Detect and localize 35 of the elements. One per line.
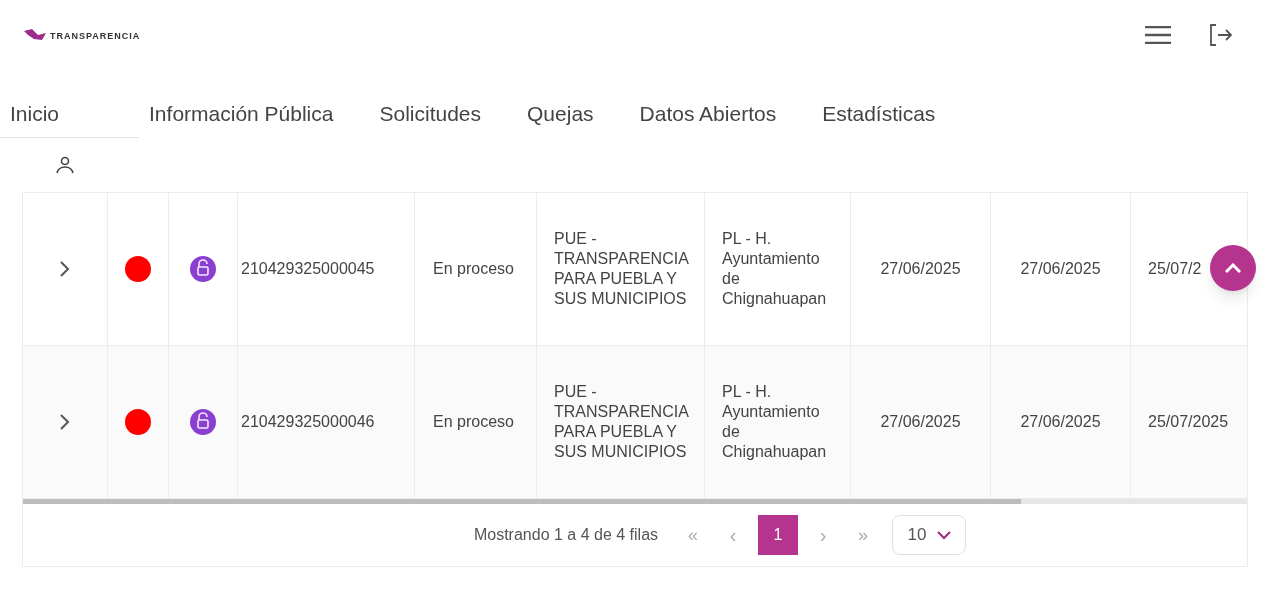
chevron-right-icon[interactable] bbox=[59, 260, 71, 278]
page-size-select[interactable]: 10 bbox=[892, 515, 967, 555]
menu-icon[interactable] bbox=[1145, 26, 1171, 44]
nav-tab[interactable]: Quejas bbox=[517, 97, 630, 138]
nav-tab[interactable]: Inicio bbox=[0, 97, 140, 138]
folio-text: 210429325000046 bbox=[241, 412, 375, 432]
pagination-summary: Mostrando 1 a 4 de 4 filas bbox=[473, 525, 659, 545]
scrollbar-thumb[interactable] bbox=[23, 499, 1021, 504]
nav-tab[interactable]: Información Pública bbox=[139, 97, 370, 138]
table-cell-text: PL - H. Ayuntamiento de Chignahuapan bbox=[722, 229, 828, 309]
date-text: 27/06/2025 bbox=[1020, 412, 1101, 432]
chevron-up-icon bbox=[1225, 263, 1241, 273]
page-button[interactable]: 1 bbox=[758, 515, 799, 555]
table-cell-text: PUE - TRANSPARENCIA PARA PUEBLA Y SUS MUNICIPIOS bbox=[554, 229, 690, 309]
date-text: 27/06/2025 bbox=[880, 259, 961, 279]
caret-down-icon bbox=[936, 530, 951, 540]
logo-text: TRANSPARENCIA bbox=[50, 30, 141, 44]
nav-tab[interactable]: Solicitudes bbox=[369, 97, 518, 138]
date-text: 27/06/2025 bbox=[880, 412, 961, 432]
unlocked-icon bbox=[190, 409, 216, 435]
logo-icon bbox=[24, 29, 48, 41]
date-text: 27/06/2025 bbox=[1020, 259, 1101, 279]
unlocked-icon bbox=[190, 256, 216, 282]
folio-text: 210429325000045 bbox=[241, 259, 375, 279]
user-icon[interactable] bbox=[55, 155, 75, 175]
logout-icon[interactable] bbox=[1209, 24, 1233, 46]
table-cell-text: PUE - TRANSPARENCIA PARA PUEBLA Y SUS MUNICIPIOS bbox=[554, 382, 690, 462]
status-text: En proceso bbox=[433, 412, 514, 432]
date-text: 25/07/2 bbox=[1148, 259, 1202, 279]
nav-tab[interactable]: Datos Abiertos bbox=[629, 97, 813, 138]
chevron-right-icon[interactable] bbox=[59, 413, 71, 431]
table-cell-text: PL - H. Ayuntamiento de Chignahuapan bbox=[722, 382, 828, 462]
date-text: 25/07/2025 bbox=[1148, 412, 1229, 432]
status-text: En proceso bbox=[433, 259, 514, 279]
nav-tab[interactable]: Estadísticas bbox=[812, 97, 972, 138]
